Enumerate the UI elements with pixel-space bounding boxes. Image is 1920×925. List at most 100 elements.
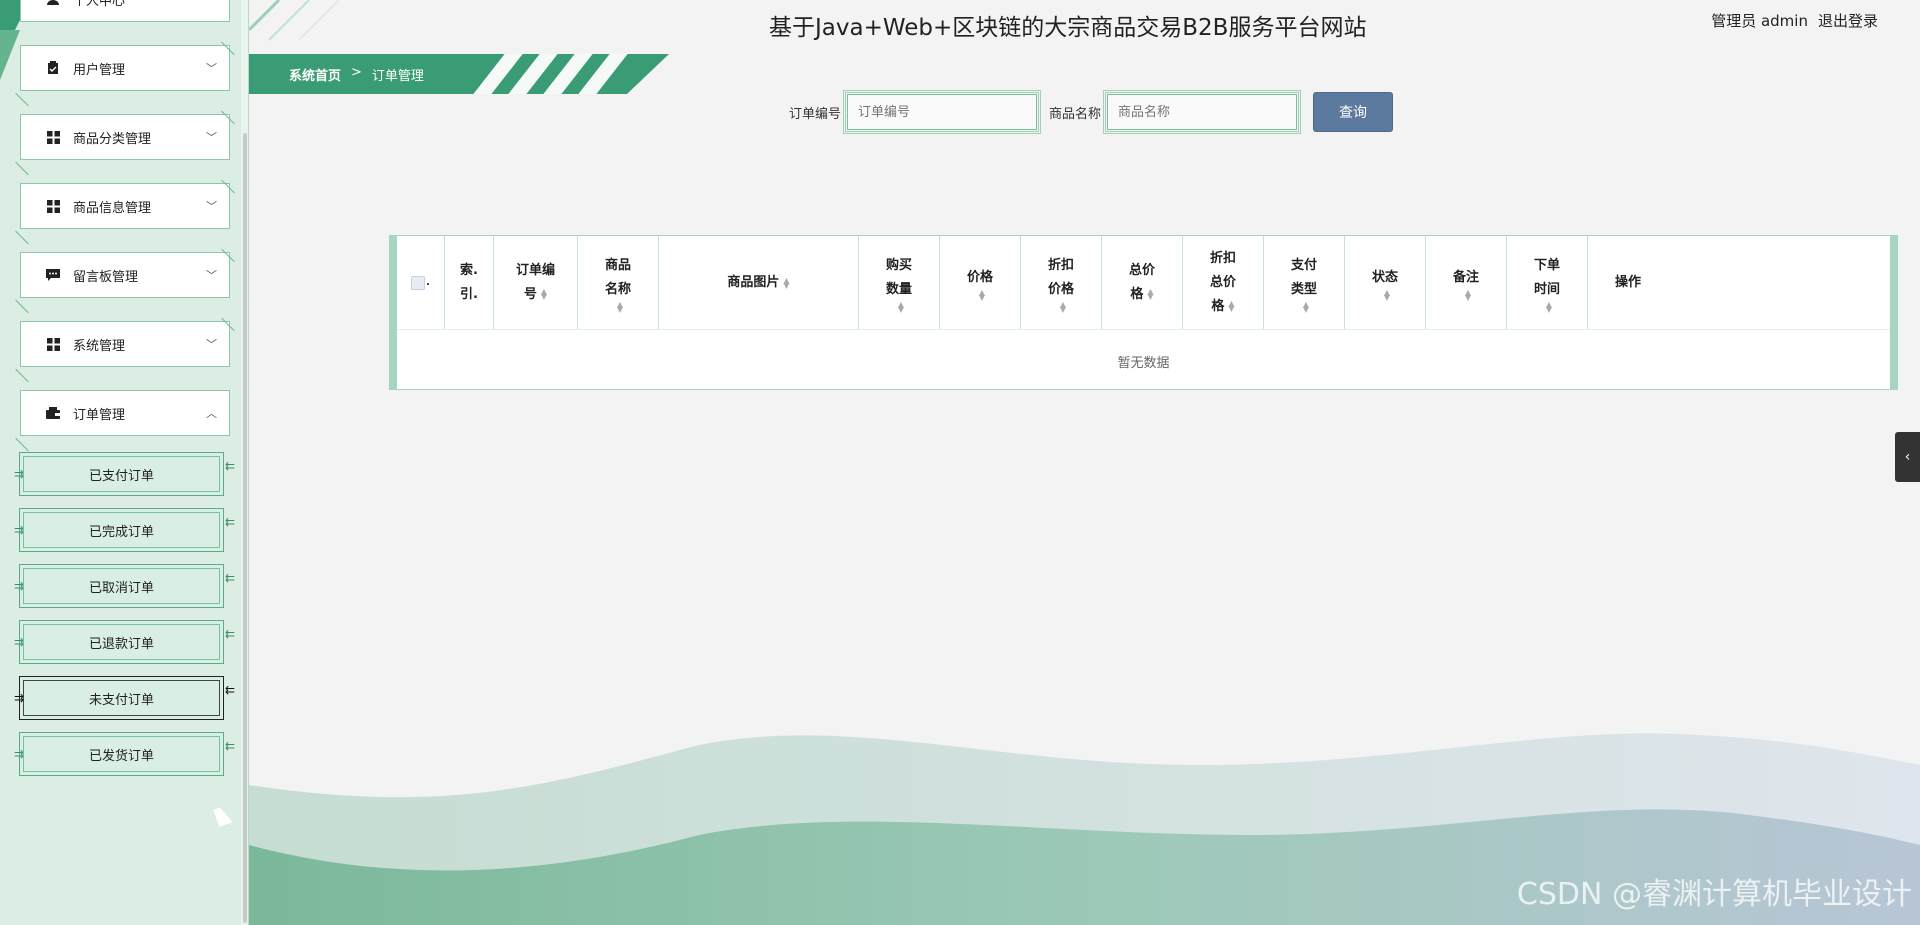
sub-item-cancelled-orders[interactable]: ⇉ 已取消订单 ⇇ bbox=[14, 564, 235, 608]
chevron-up-icon: ︿ bbox=[206, 407, 217, 420]
sort-icon[interactable]: ▲ ▼ bbox=[541, 288, 547, 301]
sort-icon[interactable]: ▲ ▼ bbox=[1546, 300, 1552, 313]
sidebar-item-label: 系统管理 bbox=[73, 338, 126, 354]
clipboard-icon bbox=[45, 60, 61, 76]
column-label: 下单 bbox=[1533, 257, 1560, 273]
query-button[interactable]: 查询 bbox=[1313, 92, 1394, 132]
sidebar-item-messages[interactable]: 留言板管理 ﹀ bbox=[15, 248, 235, 314]
select-all-header: . bbox=[397, 236, 445, 329]
column-product-image[interactable]: 商品图片 ▲ ▼ bbox=[659, 236, 859, 329]
column-product-name[interactable]: 商品 名称 ▲ ▼ bbox=[578, 236, 659, 329]
grid-icon bbox=[45, 336, 61, 352]
sub-item-refunded-orders[interactable]: ⇉ 已退款订单 ⇇ bbox=[14, 620, 235, 664]
arrow-left-icon: ⇇ bbox=[224, 459, 235, 473]
user-icon bbox=[45, 0, 61, 7]
breadcrumb-separator: > bbox=[351, 65, 362, 80]
sub-item-label: 已退款订单 bbox=[88, 636, 154, 652]
breadcrumb-home[interactable]: 系统首页 bbox=[289, 65, 341, 84]
sidebar-item-users[interactable]: 用户管理 ﹀ bbox=[15, 41, 235, 107]
sort-icon[interactable]: ▲ ▼ bbox=[898, 300, 904, 313]
column-remark[interactable]: 备注 ▲ ▼ bbox=[1426, 236, 1507, 329]
column-price[interactable]: 价格 ▲ ▼ bbox=[940, 236, 1021, 329]
sort-icon[interactable]: ▲ ▼ bbox=[979, 288, 985, 301]
empty-state: 暂无数据 bbox=[1117, 356, 1170, 371]
sort-icon[interactable]: ▲ ▼ bbox=[1303, 300, 1309, 313]
column-quantity[interactable]: 购买 数量 ▲ ▼ bbox=[859, 236, 940, 329]
column-order-no[interactable]: 订单编号 ▲ ▼ bbox=[494, 236, 578, 329]
decor-line bbox=[221, 248, 235, 263]
arrow-right-icon: ⇉ bbox=[14, 523, 24, 537]
sidebar-item-label: 个人中心 bbox=[73, 0, 126, 9]
column-total[interactable]: 总价格 ▲ ▼ bbox=[1102, 236, 1183, 329]
sort-icon[interactable]: ▲ ▼ bbox=[1060, 300, 1066, 313]
sub-item-shipped-orders[interactable]: ⇉ 已发货订单 ⇇ bbox=[14, 732, 235, 776]
chevron-down-icon: ﹀ bbox=[206, 131, 217, 144]
arrow-left-icon: ⇇ bbox=[224, 683, 235, 697]
decor-line bbox=[15, 92, 29, 107]
arrow-right-icon: ⇉ bbox=[14, 579, 24, 593]
order-no-label: 订单编号 bbox=[789, 106, 842, 122]
column-discount-total[interactable]: 折扣 总价格 ▲ ▼ bbox=[1183, 236, 1264, 329]
sub-item-completed-orders[interactable]: ⇉ 已完成订单 ⇇ bbox=[14, 508, 235, 552]
column-label: 状态 bbox=[1371, 269, 1398, 285]
sub-item-label: 已支付订单 bbox=[88, 468, 154, 484]
logout-link[interactable]: 退出登录 bbox=[1818, 10, 1878, 31]
column-discount-price[interactable]: 折扣 价格 ▲ ▼ bbox=[1021, 236, 1102, 329]
sort-icon[interactable]: ▲ ▼ bbox=[1228, 300, 1234, 313]
column-order-time[interactable]: 下单时间 ▲ ▼ bbox=[1507, 236, 1588, 329]
decor-line bbox=[221, 179, 235, 194]
watermark: CSDN @睿渊计算机毕业设计 bbox=[1516, 877, 1912, 912]
column-label: 订单编 bbox=[515, 262, 555, 278]
decor-line bbox=[221, 110, 235, 125]
chevron-down-icon: ﹀ bbox=[206, 269, 217, 282]
order-no-input[interactable] bbox=[843, 90, 1042, 134]
sidebar: 个人中心 ﹀ 用户管理 ﹀ 商品分类管理 ﹀ 商品信息管理 ﹀ 留言板管理 bbox=[0, 0, 249, 925]
column-label: 数量 bbox=[885, 281, 912, 297]
column-label: 时间 bbox=[1533, 281, 1560, 297]
sub-item-unpaid-orders[interactable]: ⇉ 未支付订单 ⇇ bbox=[14, 676, 235, 720]
sidebar-decoration bbox=[0, 30, 20, 80]
column-status[interactable]: 状态 ▲ ▼ bbox=[1345, 236, 1426, 329]
chevron-left-icon: ‹ bbox=[1904, 449, 1911, 465]
wallet-icon bbox=[45, 405, 61, 421]
chevron-down-icon: ﹀ bbox=[206, 0, 217, 7]
column-index[interactable]: 索. 引. bbox=[445, 236, 494, 329]
sub-item-paid-orders[interactable]: ⇉ 已支付订单 ⇇ bbox=[14, 452, 235, 496]
sidebar-item-label: 订单管理 bbox=[73, 407, 126, 423]
message-icon bbox=[45, 267, 61, 283]
sort-icon[interactable]: ▲ ▼ bbox=[1465, 288, 1471, 301]
table-header: . 索. 引. 订单编号 ▲ ▼ 商品 名称 ▲ ▼ 商品图片 ▲ ▼ 购买 数量 ▲ ▼ 价格 ▲ ▼ … bbox=[397, 236, 1890, 330]
sidebar-item-label: 留言板管理 bbox=[73, 269, 139, 285]
sort-icon[interactable]: ▲ ▼ bbox=[617, 300, 623, 313]
sidebar-item-products[interactable]: 商品信息管理 ﹀ bbox=[15, 179, 235, 245]
sidebar-item-profile[interactable]: 个人中心 ﹀ bbox=[15, 0, 230, 31]
sort-icon[interactable]: ▲ ▼ bbox=[1384, 288, 1390, 301]
column-label: 索. bbox=[460, 262, 478, 278]
column-pay-type[interactable]: 支付类型 ▲ ▼ bbox=[1264, 236, 1345, 329]
grid-icon bbox=[45, 198, 61, 214]
user-area: 管理员 admin 退出登录 bbox=[1711, 10, 1878, 31]
decor-line bbox=[15, 437, 29, 452]
column-label: 价格 bbox=[966, 269, 993, 285]
column-label: 支付 bbox=[1290, 257, 1317, 273]
arrow-right-icon: ⇉ bbox=[14, 467, 24, 481]
sub-item-label: 已取消订单 bbox=[88, 580, 154, 596]
column-label: 格 bbox=[1130, 286, 1144, 302]
chevron-down-icon: ﹀ bbox=[206, 200, 217, 213]
product-name-input[interactable] bbox=[1103, 90, 1302, 134]
select-all-checkbox[interactable] bbox=[411, 275, 426, 290]
breadcrumb: 系统首页 > 订单管理 bbox=[289, 65, 424, 84]
column-label: 类型 bbox=[1290, 281, 1317, 297]
arrow-right-icon: ⇉ bbox=[14, 691, 24, 705]
arrow-left-icon: ⇇ bbox=[224, 627, 235, 641]
sidebar-item-orders[interactable]: 订单管理 ︿ bbox=[15, 390, 230, 452]
collapse-panel-button[interactable]: ‹ bbox=[1895, 432, 1920, 482]
sort-icon[interactable]: ▲ ▼ bbox=[1147, 288, 1153, 301]
sub-item-label: 已完成订单 bbox=[88, 524, 154, 540]
sidebar-item-system[interactable]: 系统管理 ﹀ bbox=[15, 317, 235, 383]
sidebar-scrollbar-thumb[interactable] bbox=[243, 133, 247, 923]
column-label: 总价 bbox=[1128, 262, 1155, 278]
sidebar-item-label: 商品信息管理 bbox=[73, 200, 152, 216]
sort-icon[interactable]: ▲ ▼ bbox=[783, 276, 789, 289]
sidebar-item-category[interactable]: 商品分类管理 ﹀ bbox=[15, 110, 235, 176]
